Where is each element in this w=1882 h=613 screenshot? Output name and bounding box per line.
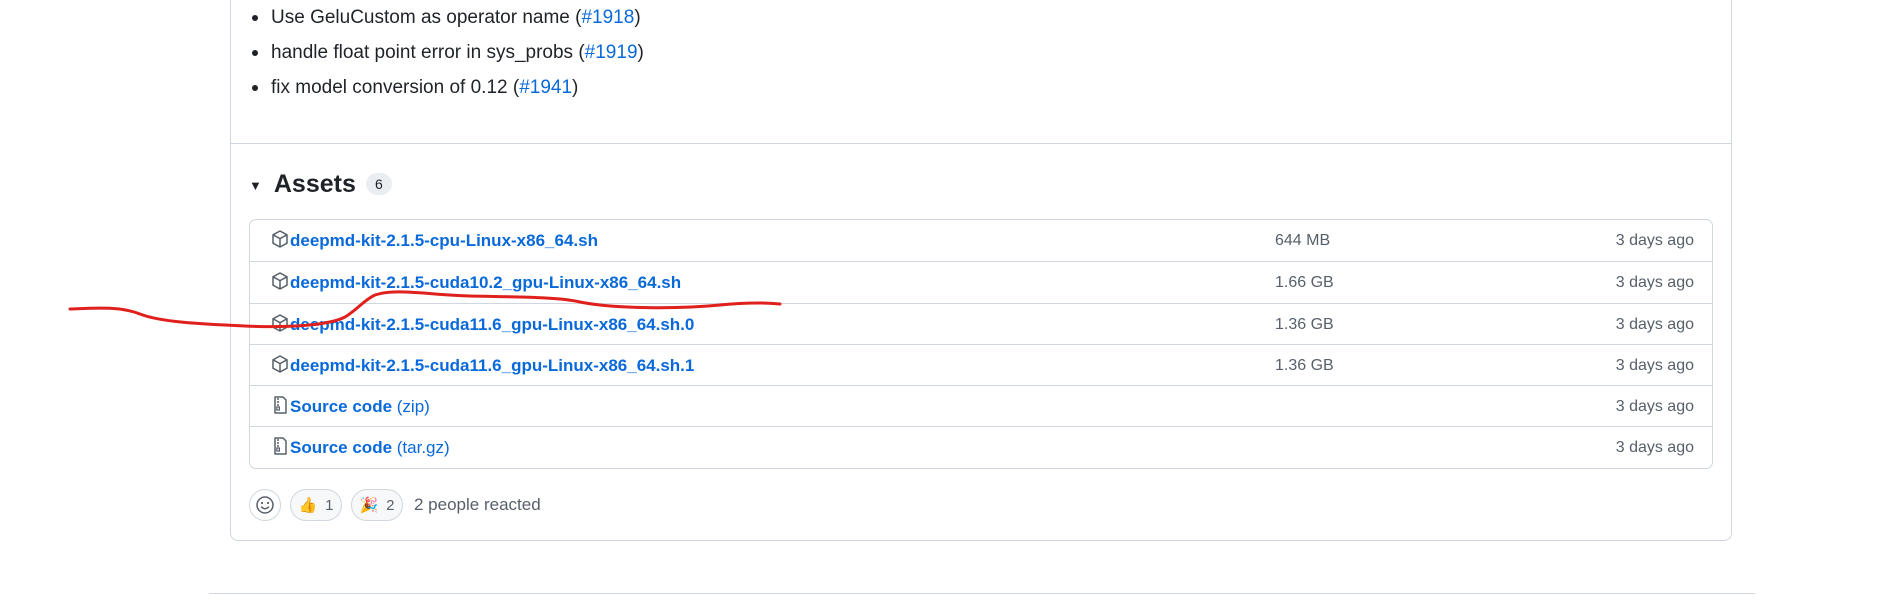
file-zip-icon — [274, 437, 287, 456]
assets-count-badge: 6 — [365, 173, 392, 195]
page-divider — [209, 593, 1755, 594]
asset-date: 3 days ago — [1615, 232, 1694, 249]
assets-title: Assets — [273, 169, 356, 198]
thumbs-up-reaction-button[interactable]: 👍 1 — [290, 489, 342, 521]
bullet — [252, 15, 258, 21]
asset-download-link[interactable]: deepmd-kit-2.1.5-cuda10.2_gpu-Linux-x86_… — [290, 273, 681, 293]
asset-row: Source code (zip) 3 days ago — [250, 385, 1712, 426]
source-code-zip-link[interactable]: Source code (zip) — [290, 397, 430, 417]
bullet — [252, 85, 258, 91]
bullet — [252, 50, 258, 56]
assets-toggle[interactable]: ▼ Assets 6 — [249, 166, 392, 202]
assets-list: deepmd-kit-2.1.5-cpu-Linux-x86_64.sh 644… — [249, 219, 1713, 469]
release-notes: Use GeluCustom as operator name (#1918) … — [231, 0, 1731, 143]
asset-date: 3 days ago — [1615, 439, 1694, 457]
asset-download-link[interactable]: deepmd-kit-2.1.5-cpu-Linux-x86_64.sh — [290, 231, 598, 251]
release-notes-list: Use GeluCustom as operator name (#1918) … — [252, 6, 644, 111]
asset-row: deepmd-kit-2.1.5-cuda10.2_gpu-Linux-x86_… — [250, 261, 1712, 302]
asset-download-link[interactable]: deepmd-kit-2.1.5-cuda11.6_gpu-Linux-x86_… — [290, 356, 694, 376]
triangle-down-icon: ▼ — [249, 177, 262, 193]
asset-date: 3 days ago — [1615, 315, 1694, 333]
asset-size: 1.36 GB — [1275, 356, 1334, 374]
reactions-bar: 👍 1 🎉 2 2 people reacted — [249, 489, 541, 521]
asset-date: 3 days ago — [1615, 274, 1694, 292]
release-note-item: fix model conversion of 0.12 (#1941) — [252, 76, 644, 111]
tada-icon: 🎉 — [359, 497, 379, 514]
asset-row: deepmd-kit-2.1.5-cpu-Linux-x86_64.sh 644… — [250, 220, 1712, 261]
pr-link[interactable]: #1941 — [519, 77, 572, 98]
tada-reaction-button[interactable]: 🎉 2 — [351, 489, 403, 521]
reactions-summary: 2 people reacted — [414, 495, 541, 514]
source-code-targz-link[interactable]: Source code (tar.gz) — [290, 438, 450, 458]
pr-link[interactable]: #1919 — [585, 42, 638, 63]
section-divider — [231, 143, 1731, 144]
asset-row: deepmd-kit-2.1.5-cuda11.6_gpu-Linux-x86_… — [250, 302, 1712, 344]
package-icon — [272, 313, 288, 332]
asset-download-link[interactable]: deepmd-kit-2.1.5-cuda11.6_gpu-Linux-x86_… — [290, 315, 694, 335]
release-card: Use GeluCustom as operator name (#1918) … — [230, 0, 1732, 541]
package-icon — [272, 355, 288, 373]
asset-size: 1.36 GB — [1275, 315, 1334, 333]
smiley-icon — [256, 496, 274, 514]
release-note-item: Use GeluCustom as operator name (#1918) — [252, 6, 644, 41]
reaction-count: 1 — [325, 496, 334, 514]
file-zip-icon — [274, 396, 287, 414]
asset-date: 3 days ago — [1615, 356, 1694, 374]
package-icon — [272, 272, 288, 291]
pr-link[interactable]: #1918 — [581, 7, 634, 28]
release-note-item: handle float point error in sys_probs (#… — [252, 41, 644, 76]
package-icon — [272, 230, 288, 248]
reaction-count: 2 — [386, 496, 395, 514]
asset-date: 3 days ago — [1615, 398, 1694, 416]
asset-row: deepmd-kit-2.1.5-cuda11.6_gpu-Linux-x86_… — [250, 343, 1712, 385]
add-reaction-button[interactable] — [249, 489, 281, 521]
asset-row: Source code (tar.gz) 3 days ago — [250, 426, 1712, 467]
asset-size: 644 MB — [1275, 232, 1331, 249]
thumbs-up-icon: 👍 — [298, 497, 318, 514]
asset-size: 1.66 GB — [1275, 274, 1334, 292]
